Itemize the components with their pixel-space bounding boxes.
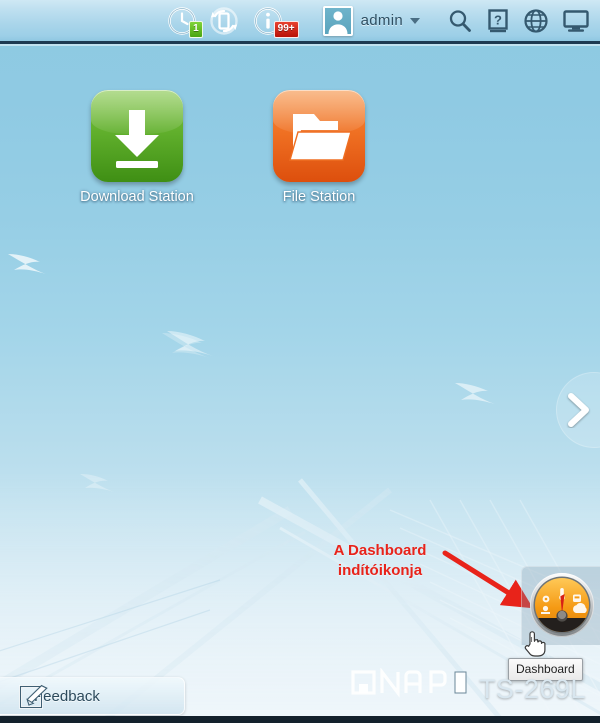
app-label-file-station: File Station bbox=[282, 189, 356, 205]
toolbar-notifications-button[interactable]: 99+ bbox=[251, 0, 299, 43]
dashboard-gauge-icon bbox=[530, 573, 594, 637]
qnap-wordmark-icon bbox=[351, 668, 467, 698]
red-arrow-icon bbox=[442, 550, 532, 609]
download-arrow-icon bbox=[115, 110, 159, 168]
toolbar-help-button[interactable]: ? bbox=[486, 0, 510, 43]
monitor-icon bbox=[563, 9, 589, 32]
download-station-tile[interactable] bbox=[91, 90, 183, 182]
username-label[interactable]: admin bbox=[361, 12, 403, 29]
pencil-edit-icon bbox=[19, 684, 48, 709]
app-label-download-station: Download Station bbox=[80, 189, 194, 205]
dashboard-tooltip: Dashboard bbox=[508, 658, 583, 681]
next-page-button[interactable] bbox=[556, 372, 600, 448]
toolbar-language-button[interactable] bbox=[523, 0, 549, 43]
toolbar-display-button[interactable] bbox=[562, 0, 590, 43]
bird-silhouette bbox=[8, 254, 46, 274]
file-station-tile[interactable] bbox=[273, 90, 365, 182]
top-toolbar: 1 99+ admin ? bbox=[0, 0, 600, 46]
folder-icon bbox=[289, 114, 352, 161]
sync-icon bbox=[209, 6, 238, 35]
bird-silhouette bbox=[80, 474, 114, 492]
annotation-line-1: A Dashboard bbox=[333, 542, 427, 559]
toolbar-backup-sync-button[interactable] bbox=[207, 0, 241, 43]
user-avatar-icon bbox=[328, 10, 348, 34]
avatar[interactable] bbox=[322, 5, 353, 36]
annotation-text: A Dashboard indítóikonja bbox=[300, 541, 460, 580]
dashboard-launcher-button[interactable] bbox=[521, 566, 600, 645]
help-icon: ? bbox=[488, 8, 508, 32]
bird-silhouette bbox=[167, 331, 213, 356]
app-icon-file-station[interactable]: File Station bbox=[244, 90, 394, 205]
toolbar-scheduled-tasks-button[interactable]: 1 bbox=[165, 0, 203, 43]
toolbar-search-button[interactable] bbox=[447, 0, 473, 43]
chevron-down-icon[interactable] bbox=[410, 17, 420, 24]
bird-silhouette bbox=[162, 333, 210, 358]
annotation-line-2: indítóikonja bbox=[337, 561, 423, 579]
chevron-right-icon bbox=[568, 393, 589, 427]
feedback-button[interactable]: Feedback bbox=[0, 677, 185, 715]
desktop-wallpaper[interactable]: Download Station File Station A Dashboar… bbox=[0, 0, 600, 723]
screen-bottom-edge bbox=[0, 716, 600, 723]
scheduled-tasks-badge: 1 bbox=[189, 20, 203, 38]
bird-silhouette bbox=[455, 383, 495, 404]
svg-text:?: ? bbox=[494, 12, 502, 27]
notifications-badge: 99+ bbox=[273, 20, 299, 38]
search-icon bbox=[449, 9, 471, 32]
app-icon-download-station[interactable]: Download Station bbox=[62, 90, 212, 205]
globe-icon bbox=[524, 8, 548, 33]
